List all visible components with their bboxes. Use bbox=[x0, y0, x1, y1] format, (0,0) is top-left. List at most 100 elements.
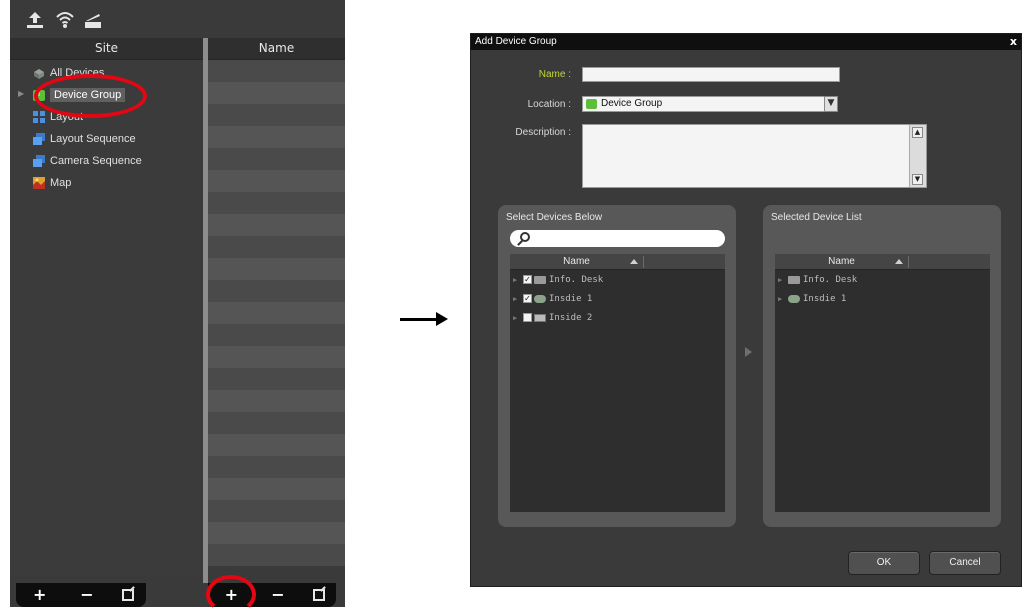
cancel-button[interactable]: Cancel bbox=[929, 551, 1001, 575]
expand-arrow-icon[interactable]: ▶ bbox=[513, 314, 523, 322]
location-select[interactable]: Device Group bbox=[582, 96, 838, 112]
description-field[interactable] bbox=[582, 124, 927, 188]
list-item[interactable]: ▶ ✓ Info. Desk bbox=[510, 270, 725, 289]
devices-icon bbox=[32, 66, 46, 80]
sort-asc-icon bbox=[895, 259, 903, 264]
site-bottom-toolbar: + − bbox=[16, 583, 146, 607]
list-row[interactable] bbox=[208, 456, 345, 478]
expand-arrow-icon[interactable]: ▶ bbox=[513, 295, 523, 303]
list-header[interactable]: Name bbox=[775, 254, 990, 270]
eject-icon[interactable] bbox=[82, 10, 104, 30]
wifi-icon[interactable] bbox=[54, 10, 76, 30]
device-label: Insdie 1 bbox=[549, 293, 593, 304]
list-row[interactable] bbox=[208, 434, 345, 456]
scroll-down-icon[interactable]: ▼ bbox=[912, 174, 923, 185]
list-row[interactable] bbox=[208, 500, 345, 522]
list-row[interactable] bbox=[208, 412, 345, 434]
tree-item-camera-sequence[interactable]: Camera Sequence bbox=[32, 151, 142, 171]
list-row[interactable] bbox=[208, 258, 345, 280]
selected-devices-list: Name ▶ Info. Desk ▶ Insdie 1 bbox=[775, 254, 990, 512]
arrow-line bbox=[400, 318, 438, 321]
list-row[interactable] bbox=[208, 390, 345, 412]
list-header[interactable]: Name bbox=[510, 254, 725, 270]
name-list bbox=[208, 60, 345, 575]
chevron-down-icon[interactable]: ▼ bbox=[824, 96, 838, 112]
name-column-header: Name bbox=[828, 256, 855, 267]
camera-sequence-icon bbox=[32, 154, 46, 168]
list-row[interactable] bbox=[208, 148, 345, 170]
expand-arrow-icon[interactable]: ▶ bbox=[778, 295, 788, 303]
upload-icon[interactable] bbox=[24, 10, 46, 30]
list-item[interactable]: ▶ Info. Desk bbox=[775, 270, 990, 289]
tree-item-layout-sequence[interactable]: Layout Sequence bbox=[32, 129, 136, 149]
list-item[interactable]: ▶ Inside 2 bbox=[510, 308, 725, 327]
site-column-header[interactable]: Site bbox=[10, 38, 203, 60]
device-group-icon bbox=[586, 99, 597, 109]
close-icon[interactable]: x bbox=[1010, 34, 1017, 50]
remove-item-button[interactable]: − bbox=[266, 585, 290, 605]
list-item[interactable]: ▶ Insdie 1 bbox=[775, 289, 990, 308]
description-scrollbar[interactable]: ▲ ▼ bbox=[909, 125, 926, 187]
selected-device-list-pane: Selected Device List Name ▶ Info. Desk ▶… bbox=[763, 205, 1001, 527]
list-row[interactable] bbox=[208, 170, 345, 192]
expand-arrow-icon[interactable]: ▶ bbox=[18, 89, 24, 98]
edit-icon[interactable] bbox=[122, 589, 135, 601]
arrow-right-icon bbox=[436, 312, 448, 326]
add-device-group-dialog: Add Device Group x Name : Location : Dev… bbox=[470, 33, 1022, 587]
top-toolbar bbox=[10, 0, 345, 38]
list-item[interactable]: ▶ ✓ Insdie 1 bbox=[510, 289, 725, 308]
search-icon bbox=[520, 232, 530, 242]
highlight-ellipse bbox=[34, 74, 147, 118]
list-row[interactable] bbox=[208, 544, 345, 566]
tree-item-label: Map bbox=[50, 177, 72, 189]
ok-button[interactable]: OK bbox=[848, 551, 920, 575]
description-label: Description : bbox=[515, 127, 571, 138]
name-column-header: Name bbox=[563, 256, 590, 267]
list-row[interactable] bbox=[208, 280, 345, 302]
list-row[interactable] bbox=[208, 192, 345, 214]
add-site-button[interactable]: + bbox=[28, 585, 52, 605]
highlight-ellipse bbox=[206, 575, 256, 614]
device-label: Info. Desk bbox=[549, 274, 604, 285]
list-row[interactable] bbox=[208, 368, 345, 390]
device-label: Info. Desk bbox=[803, 274, 858, 285]
list-row[interactable] bbox=[208, 522, 345, 544]
list-row[interactable] bbox=[208, 60, 345, 82]
list-row[interactable] bbox=[208, 478, 345, 500]
expand-arrow-icon[interactable]: ▶ bbox=[778, 276, 788, 284]
dialog-title: Add Device Group bbox=[471, 34, 1021, 50]
device-label: Inside 2 bbox=[549, 312, 593, 323]
column-separator bbox=[643, 256, 644, 268]
list-row[interactable] bbox=[208, 82, 345, 104]
edit-icon[interactable] bbox=[312, 589, 325, 601]
layout-icon bbox=[32, 110, 46, 124]
expand-arrow-icon[interactable]: ▶ bbox=[513, 276, 523, 284]
list-row[interactable] bbox=[208, 126, 345, 148]
pane-title: Select Devices Below bbox=[506, 212, 603, 223]
available-devices-list: Name ▶ ✓ Info. Desk ▶ ✓ Insdie 1 ▶ Insid… bbox=[510, 254, 725, 512]
list-row[interactable] bbox=[208, 104, 345, 126]
tree-item-label: Layout Sequence bbox=[50, 133, 136, 145]
screenshot-root: Site Name All Devices ▶ Device Group Lay… bbox=[0, 0, 1027, 614]
location-value: Device Group bbox=[601, 98, 663, 109]
tree-item-map[interactable]: Map bbox=[32, 173, 71, 193]
list-row[interactable] bbox=[208, 324, 345, 346]
dome-camera-icon bbox=[788, 294, 800, 303]
camera-icon bbox=[788, 275, 800, 284]
remove-site-button[interactable]: − bbox=[75, 585, 99, 605]
move-right-icon[interactable] bbox=[745, 347, 752, 357]
list-row[interactable] bbox=[208, 214, 345, 236]
checkbox[interactable]: ✓ bbox=[523, 275, 532, 284]
tree-item-label: Camera Sequence bbox=[50, 155, 142, 167]
checkbox[interactable]: ✓ bbox=[523, 294, 532, 303]
name-field[interactable] bbox=[582, 67, 840, 82]
scroll-up-icon[interactable]: ▲ bbox=[912, 127, 923, 138]
name-column-header[interactable]: Name bbox=[208, 38, 345, 60]
list-row[interactable] bbox=[208, 236, 345, 258]
checkbox[interactable] bbox=[523, 313, 532, 322]
name-label: Name : bbox=[538, 69, 571, 80]
search-input[interactable] bbox=[510, 230, 725, 247]
list-row[interactable] bbox=[208, 346, 345, 368]
list-row[interactable] bbox=[208, 302, 345, 324]
dome-camera-icon bbox=[534, 294, 546, 303]
